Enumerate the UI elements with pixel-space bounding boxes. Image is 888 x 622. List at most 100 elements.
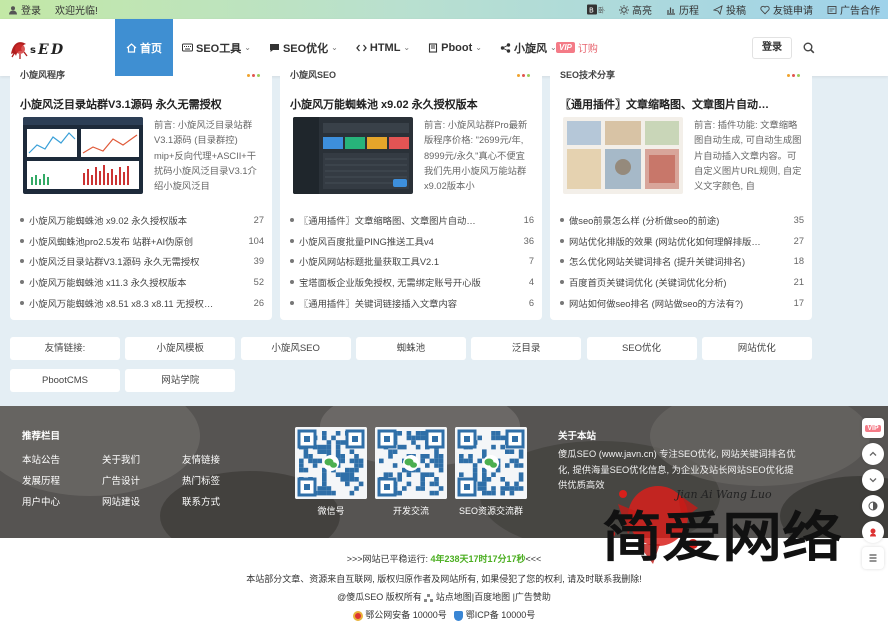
baidu-icon[interactable]: B卧	[587, 4, 605, 15]
topbar-ad[interactable]: 广告合作	[827, 2, 880, 17]
qr-label: SEO资源交流群	[458, 506, 523, 516]
bullet-icon	[20, 300, 24, 305]
footer-link[interactable]: 关于我们	[102, 452, 182, 466]
topbar-friendlink-apply[interactable]: 友链申请	[760, 2, 813, 17]
friend-link[interactable]: 网站学院	[125, 369, 236, 392]
nav-item-1[interactable]: SEO工具 ⌄	[173, 19, 260, 76]
topbar-highlight[interactable]: 高亮	[619, 2, 652, 17]
list-item[interactable]: 〖通用插件〗文章缩略图、文章图片自动… 16	[290, 210, 534, 231]
view-count: 104	[248, 235, 264, 246]
friend-link[interactable]: SEO优化	[586, 337, 697, 360]
category-card: SEO技术分享 〖通用插件〗文章缩略图、文章图片自动… 前言: 插件功能: 文章缩略…	[550, 70, 812, 320]
list-item[interactable]: 做seo前景怎么样 (分析做seo的前途) 35	[560, 210, 804, 231]
list-item[interactable]: 小旋风百度批量PING推送工具v4 36	[290, 231, 534, 252]
footer-link[interactable]: 广告设计	[102, 473, 182, 487]
topbar-item-label: 广告合作	[840, 6, 880, 17]
footer-link[interactable]: 用户中心	[22, 494, 102, 508]
chart-icon	[667, 7, 675, 15]
footer-link[interactable]: 联系方式	[182, 494, 252, 508]
card-heading[interactable]: SEO技术分享	[560, 70, 615, 80]
nav-item-3[interactable]: HTML ⌄	[347, 19, 419, 76]
sitemap-links[interactable]: 站点地图|百度地图 |广告赞助	[436, 592, 551, 602]
featured-thumbnail[interactable]	[23, 117, 143, 194]
nav-item-label: SEO工具	[196, 42, 242, 55]
side-vip-button[interactable]: VIP	[862, 418, 884, 438]
footer-link[interactable]: 友情链接	[182, 452, 252, 466]
footer-link[interactable]: 热门标签	[182, 473, 252, 487]
list-item-title: 〖通用插件〗文章缩略图、文章图片自动…	[299, 216, 476, 227]
featured-thumbnail[interactable]	[293, 117, 413, 194]
topbar-submit[interactable]: 投稿	[713, 2, 746, 17]
about-title: 关于本站	[558, 431, 597, 442]
friend-link[interactable]: 蜘蛛池	[355, 337, 466, 360]
qr-menu-button[interactable]	[862, 547, 884, 569]
footer-link[interactable]: 发展历程	[22, 473, 102, 487]
icp-beian[interactable]: 鄂ICP备 10000号	[466, 610, 536, 620]
list-item[interactable]: 小旋风万能蜘蛛池 x8.51 x8.3 x8.11 无授权… 26	[20, 292, 264, 313]
list-item[interactable]: 网站如何做seo排名 (网站做seo的方法有?) 17	[560, 292, 804, 313]
contrast-icon	[868, 501, 878, 511]
card-heading[interactable]: 小旋风程序	[20, 70, 65, 80]
list-item[interactable]: 小旋风网站标题批量获取工具V2.1 7	[290, 251, 534, 272]
featured-title[interactable]: 小旋风泛目录站群V3.1源码 永久无需授权	[20, 96, 270, 112]
list-item[interactable]: 小旋风泛目录站群V3.1源码 永久无需授权 39	[20, 251, 264, 272]
bullet-icon	[560, 218, 564, 223]
copyright-notice: 本站部分文章、资源来自互联网, 版权归原作者及网站所有, 如果侵犯了您的权利, …	[246, 574, 642, 584]
police-beian[interactable]: 鄂公网安备 10000号	[365, 610, 447, 620]
article-list: 做seo前景怎么样 (分析做seo的前途) 35 网站优化排版的效果 (网站优化如何…	[560, 210, 804, 313]
theme-toggle-button[interactable]	[862, 495, 884, 517]
nav-item-5[interactable]: 小旋风 ⌄	[491, 19, 566, 76]
uptime-suffix: <<<	[525, 554, 542, 564]
svg-text:E: E	[37, 42, 49, 58]
nav-item-0[interactable]: 首页	[115, 19, 173, 76]
site-logo[interactable]: s E D	[8, 36, 70, 60]
list-item[interactable]: 网站优化排版的效果 (网站优化如何理解排版… 27	[560, 231, 804, 252]
list-item[interactable]: 宝塔面板企业版免授权, 无需绑定账号开心版 4	[290, 272, 534, 293]
list-item-title: 怎么优化网站关键词排名 (提升关键词排名)	[569, 257, 746, 268]
heart-icon	[760, 5, 770, 14]
bullet-icon	[20, 218, 24, 223]
order-link[interactable]: VIP 订购	[556, 40, 598, 55]
article-list: 〖通用插件〗文章缩略图、文章图片自动… 16 小旋风百度批量PING推送工具v4 36…	[290, 210, 534, 313]
search-icon[interactable]	[802, 41, 816, 55]
bullet-icon	[560, 300, 564, 305]
friend-link[interactable]: 网站优化	[701, 337, 812, 360]
list-item[interactable]: 百度首页关键词优化 (关键词优化分析) 21	[560, 272, 804, 293]
list-item[interactable]: 小旋风蜘蛛池pro2.5发布 站群+AI伪原创 104	[20, 231, 264, 252]
view-count: 21	[793, 277, 804, 288]
bullet-icon	[20, 280, 24, 285]
scroll-up-button[interactable]	[862, 443, 884, 465]
featured-title[interactable]: 小旋风万能蜘蛛池 x9.02 永久授权版本	[290, 96, 540, 112]
friend-link[interactable]: 泛目录	[471, 337, 582, 360]
list-item[interactable]: 小旋风万能蜘蛛池 x9.02 永久授权版本 27	[20, 210, 264, 231]
topbar-history[interactable]: 历程	[666, 2, 699, 17]
featured-title[interactable]: 〖通用插件〗文章缩略图、文章图片自动…	[560, 96, 810, 112]
service-button[interactable]	[862, 521, 884, 543]
friend-link[interactable]: 小旋风模板	[125, 337, 236, 360]
scroll-down-button[interactable]	[862, 469, 884, 491]
list-item[interactable]: 怎么优化网站关键词排名 (提升关键词排名) 18	[560, 251, 804, 272]
footer-nav-title: 推荐栏目	[22, 431, 61, 442]
svg-text:D: D	[50, 42, 64, 58]
list-item[interactable]: 〖通用插件〗关键词链接插入文章内容 6	[290, 292, 534, 313]
list-item-title: 做seo前景怎么样 (分析做seo的前途)	[569, 216, 720, 227]
featured-thumbnail[interactable]	[563, 117, 683, 194]
list-item[interactable]: 小旋风万能蜘蛛池 x11.3 永久授权版本 52	[20, 272, 264, 293]
topbar-login-link[interactable]: 登录	[8, 2, 41, 17]
card-heading[interactable]: 小旋风SEO	[290, 70, 336, 80]
footer-link[interactable]: 本站公告	[22, 452, 102, 466]
nav-item-4[interactable]: Pboot ⌄	[419, 19, 491, 76]
view-count: 17	[793, 297, 804, 308]
book-icon	[428, 42, 438, 53]
uptime-prefix: >>>网站已平稳运行:	[346, 554, 431, 564]
friend-link[interactable]: 小旋风SEO	[240, 337, 351, 360]
qr-code	[295, 427, 367, 499]
sitemap-icon	[424, 593, 434, 602]
home-icon	[126, 42, 137, 53]
dots-icon	[247, 74, 260, 77]
view-count: 16	[523, 215, 534, 226]
friend-link[interactable]: PbootCMS	[10, 369, 120, 392]
login-button[interactable]: 登录	[752, 37, 792, 59]
nav-item-2[interactable]: SEO优化 ⌄	[260, 19, 347, 76]
footer-link[interactable]: 网站建设	[102, 494, 182, 508]
